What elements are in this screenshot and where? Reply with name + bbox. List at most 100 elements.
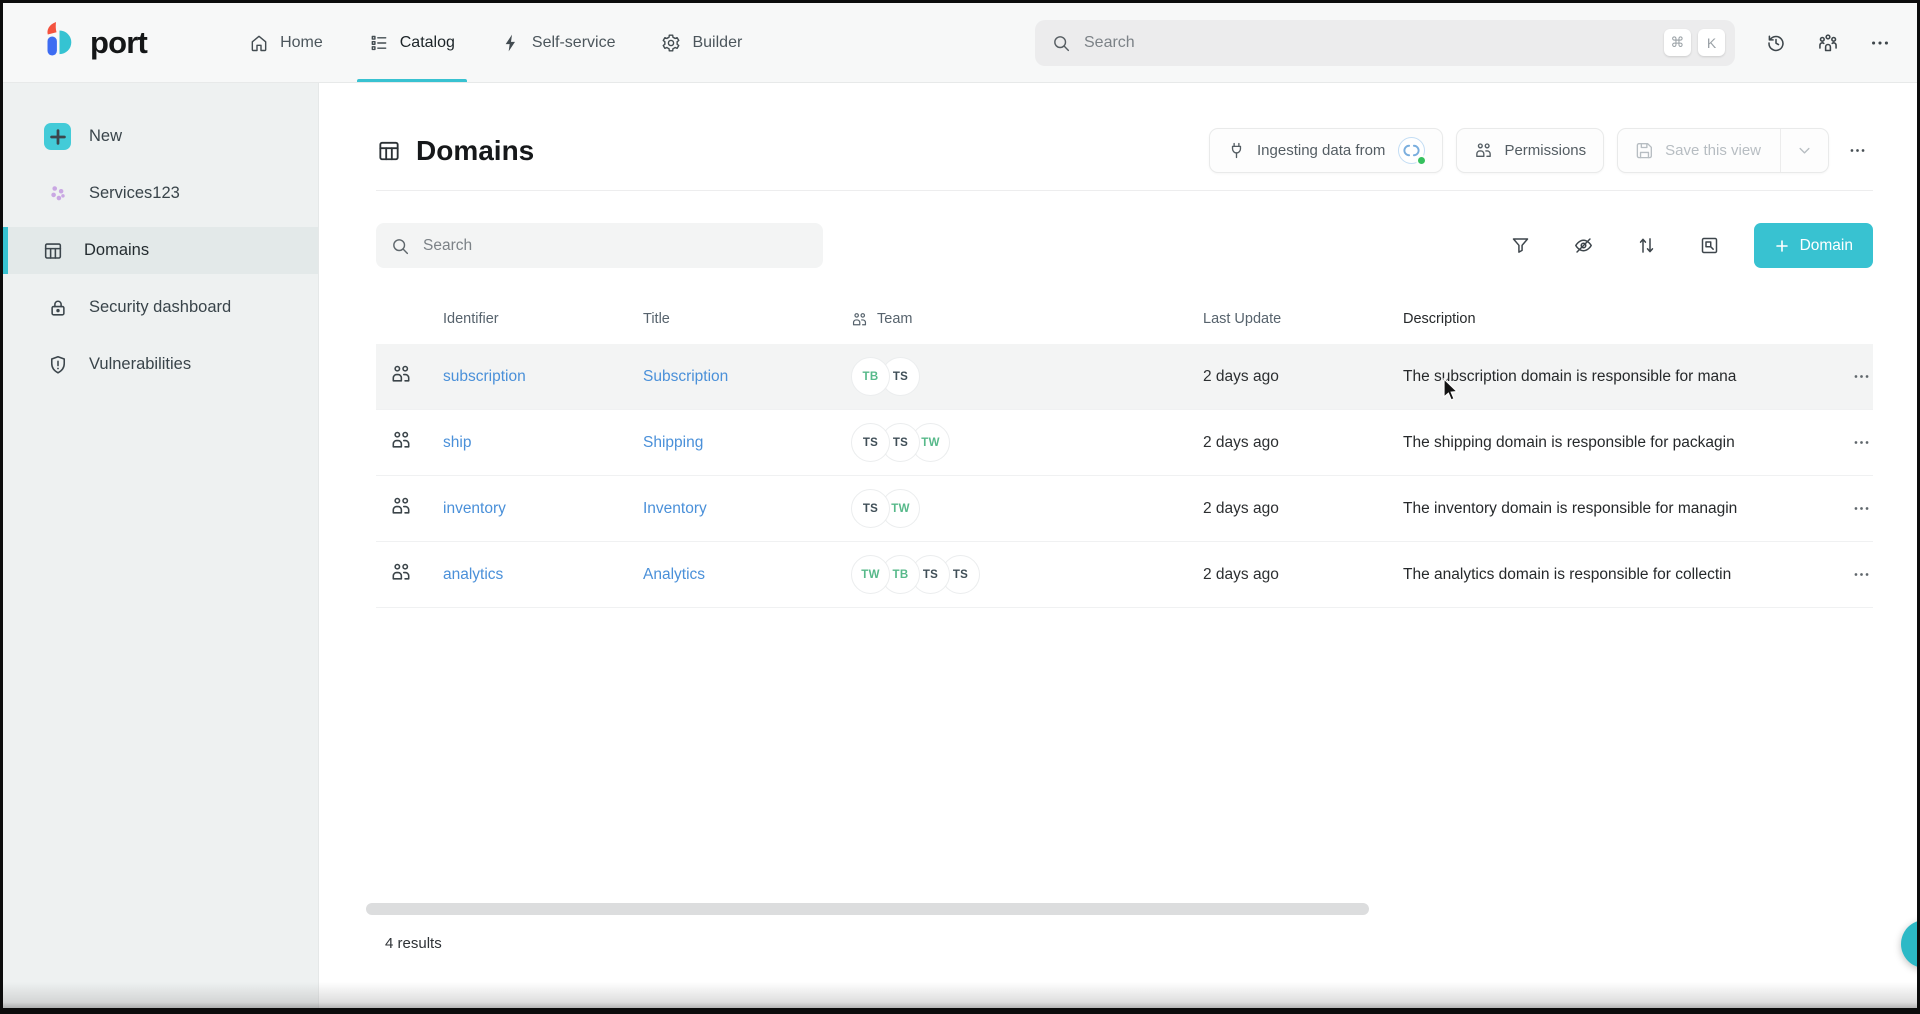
port-logo[interactable]: port [41, 21, 147, 65]
row-more-button[interactable] [1850, 563, 1873, 586]
sidebar-item-vulnerabilities[interactable]: Vulnerabilities [3, 341, 318, 388]
top-nav: port Home Catalog Self-service Builder ⌘K [3, 3, 1917, 83]
horizontal-scrollbar[interactable] [366, 903, 1369, 915]
global-search[interactable]: ⌘K [1035, 20, 1735, 66]
group-button[interactable] [1699, 235, 1720, 256]
team-cell: TWTBTSTS [851, 555, 1203, 594]
results-count: 4 results [385, 935, 442, 952]
table-row[interactable]: inventoryInventoryTSTW2 days agoThe inve… [376, 476, 1873, 542]
team-icon [851, 311, 868, 328]
page-header: Domains Ingesting data from Permissions [376, 83, 1873, 191]
ingesting-data-button[interactable]: Ingesting data from [1209, 128, 1443, 173]
nav-item-label: Builder [692, 34, 742, 52]
add-domain-button[interactable]: Domain [1754, 223, 1873, 268]
nav-item-label: Home [280, 34, 323, 52]
more-icon [1852, 499, 1871, 518]
entity-icon-cell [376, 561, 443, 588]
title-link[interactable]: Shipping [643, 434, 851, 452]
lock-icon [44, 297, 71, 319]
nav-item-home[interactable]: Home [233, 3, 339, 82]
team-avatar[interactable]: TW [851, 555, 890, 594]
page-more-button[interactable] [1842, 128, 1873, 173]
domains-table: Identifier Title Team Last Update Descri… [376, 294, 1873, 608]
keycap: K [1698, 29, 1725, 56]
table-search-input[interactable] [421, 236, 809, 256]
identifier-link[interactable]: ship [443, 434, 643, 452]
identifier-link[interactable]: subscription [443, 368, 643, 386]
sidebar: New Services123 Domains Security dashboard V… [3, 83, 319, 1008]
team-cell: TSTSTW [851, 423, 1203, 462]
entity-icon-cell [376, 363, 443, 390]
team-avatar[interactable]: TB [851, 357, 890, 396]
lightning-icon [501, 33, 521, 53]
team-avatar[interactable]: TS [851, 423, 890, 462]
people-icon [390, 363, 412, 385]
column-identifier[interactable]: Identifier [443, 311, 643, 327]
hide-button[interactable] [1573, 235, 1594, 256]
row-more-button[interactable] [1850, 431, 1873, 454]
title-link[interactable]: Inventory [643, 500, 851, 518]
save-icon [1635, 141, 1654, 160]
sidebar-item-domains[interactable]: Domains [3, 227, 318, 274]
save-view-dropdown[interactable] [1780, 129, 1828, 172]
nav-item-self-service[interactable]: Self-service [485, 3, 632, 82]
organization-button[interactable] [1817, 32, 1839, 54]
plus-icon [1774, 238, 1790, 254]
history-icon [1765, 32, 1787, 54]
filter-button[interactable] [1510, 235, 1531, 256]
filter-icon [1510, 235, 1531, 256]
row-more-button[interactable] [1850, 497, 1873, 520]
more-button[interactable] [1869, 32, 1891, 54]
page-title: Domains [376, 135, 534, 167]
title-link[interactable]: Subscription [643, 368, 851, 386]
row-description: The inventory domain is responsible for … [1403, 500, 1829, 518]
last-update-cell: 2 days ago [1203, 434, 1403, 452]
row-description: The shipping domain is responsible for p… [1403, 434, 1829, 452]
chevron-down-icon [1795, 141, 1814, 160]
sidebar-item-label: New [89, 127, 122, 146]
permissions-button[interactable]: Permissions [1456, 128, 1604, 173]
sidebar-item-services123[interactable]: Services123 [3, 170, 318, 217]
row-more-button[interactable] [1850, 365, 1873, 388]
add-domain-label: Domain [1800, 237, 1853, 255]
save-view-label: Save this view [1665, 142, 1761, 159]
people-icon [1474, 141, 1493, 160]
organization-icon [1817, 32, 1839, 54]
history-button[interactable] [1765, 32, 1787, 54]
ingesting-data-label: Ingesting data from [1257, 142, 1385, 159]
identifier-link[interactable]: inventory [443, 500, 643, 518]
row-description: The subscription domain is responsible f… [1403, 368, 1829, 386]
sidebar-item-label: Services123 [89, 184, 180, 203]
sidebar-item-security-dashboard[interactable]: Security dashboard [3, 284, 318, 331]
identifier-link[interactable]: analytics [443, 566, 643, 584]
save-view-button[interactable]: Save this view [1617, 128, 1829, 173]
sort-button[interactable] [1636, 235, 1657, 256]
sidebar-item-new[interactable]: New [3, 113, 318, 160]
column-team[interactable]: Team [851, 311, 1203, 328]
last-update-cell: 2 days ago [1203, 500, 1403, 518]
table-row[interactable]: analyticsAnalyticsTWTBTSTS2 days agoThe … [376, 542, 1873, 608]
table-icon-actions [1510, 235, 1720, 256]
column-last-update[interactable]: Last Update [1203, 311, 1403, 327]
table-search[interactable] [376, 223, 823, 268]
sort-icon [1636, 235, 1657, 256]
sidebar-item-label: Domains [84, 241, 149, 260]
permissions-label: Permissions [1504, 142, 1586, 159]
table-row[interactable]: shipShippingTSTSTW2 days agoThe shipping… [376, 410, 1873, 476]
column-description[interactable]: Description [1403, 311, 1829, 327]
column-title[interactable]: Title [643, 311, 851, 327]
people-icon [390, 561, 412, 583]
nav-item-catalog[interactable]: Catalog [353, 3, 471, 82]
table-row[interactable]: subscriptionSubscriptionTBTS2 days agoTh… [376, 344, 1873, 410]
nav-item-label: Self-service [532, 34, 616, 52]
table-body: subscriptionSubscriptionTBTS2 days agoTh… [376, 344, 1873, 608]
team-avatar[interactable]: TS [851, 489, 890, 528]
global-search-input[interactable] [1082, 33, 1653, 53]
page-header-actions: Ingesting data from Permissions Save thi… [1209, 128, 1873, 173]
more-icon [1852, 433, 1871, 452]
gear-icon [661, 33, 681, 53]
search-shortcut: ⌘K [1664, 29, 1725, 56]
plug-icon [1227, 141, 1246, 160]
nav-item-builder[interactable]: Builder [645, 3, 758, 82]
title-link[interactable]: Analytics [643, 566, 851, 584]
